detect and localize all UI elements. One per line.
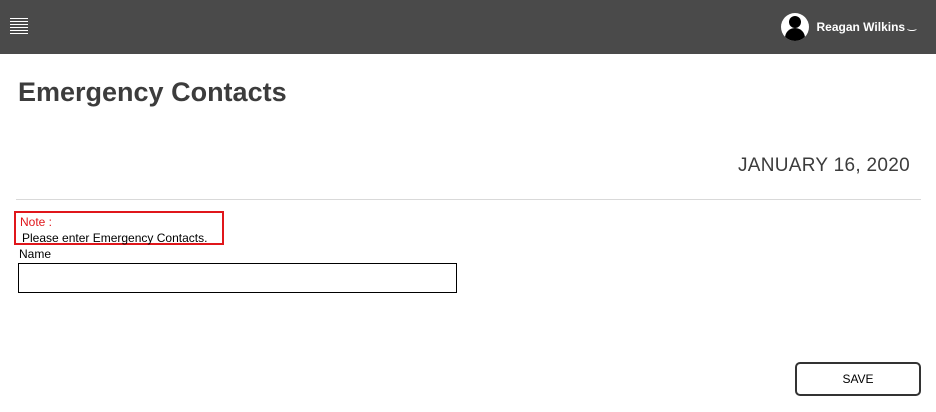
name-input[interactable] [18, 263, 457, 293]
name-label: Name [19, 247, 52, 261]
user-menu[interactable]: Reagan Wilkins ⌣ [780, 12, 918, 42]
note-label: Note : [20, 215, 53, 229]
current-date: JANUARY 16, 2020 [737, 155, 910, 176]
user-name: Reagan Wilkins [816, 20, 906, 34]
chevron-down-icon[interactable]: ⌣ [907, 22, 918, 37]
user-avatar-icon [780, 13, 809, 41]
save-button[interactable]: SAVE [795, 362, 921, 396]
note-text: Please enter Emergency Contacts. [22, 231, 208, 245]
page-title: Emergency Contacts [18, 77, 287, 107]
divider [16, 199, 921, 200]
hamburger-icon[interactable] [10, 18, 28, 35]
top-bar: Reagan Wilkins ⌣ [0, 0, 936, 54]
